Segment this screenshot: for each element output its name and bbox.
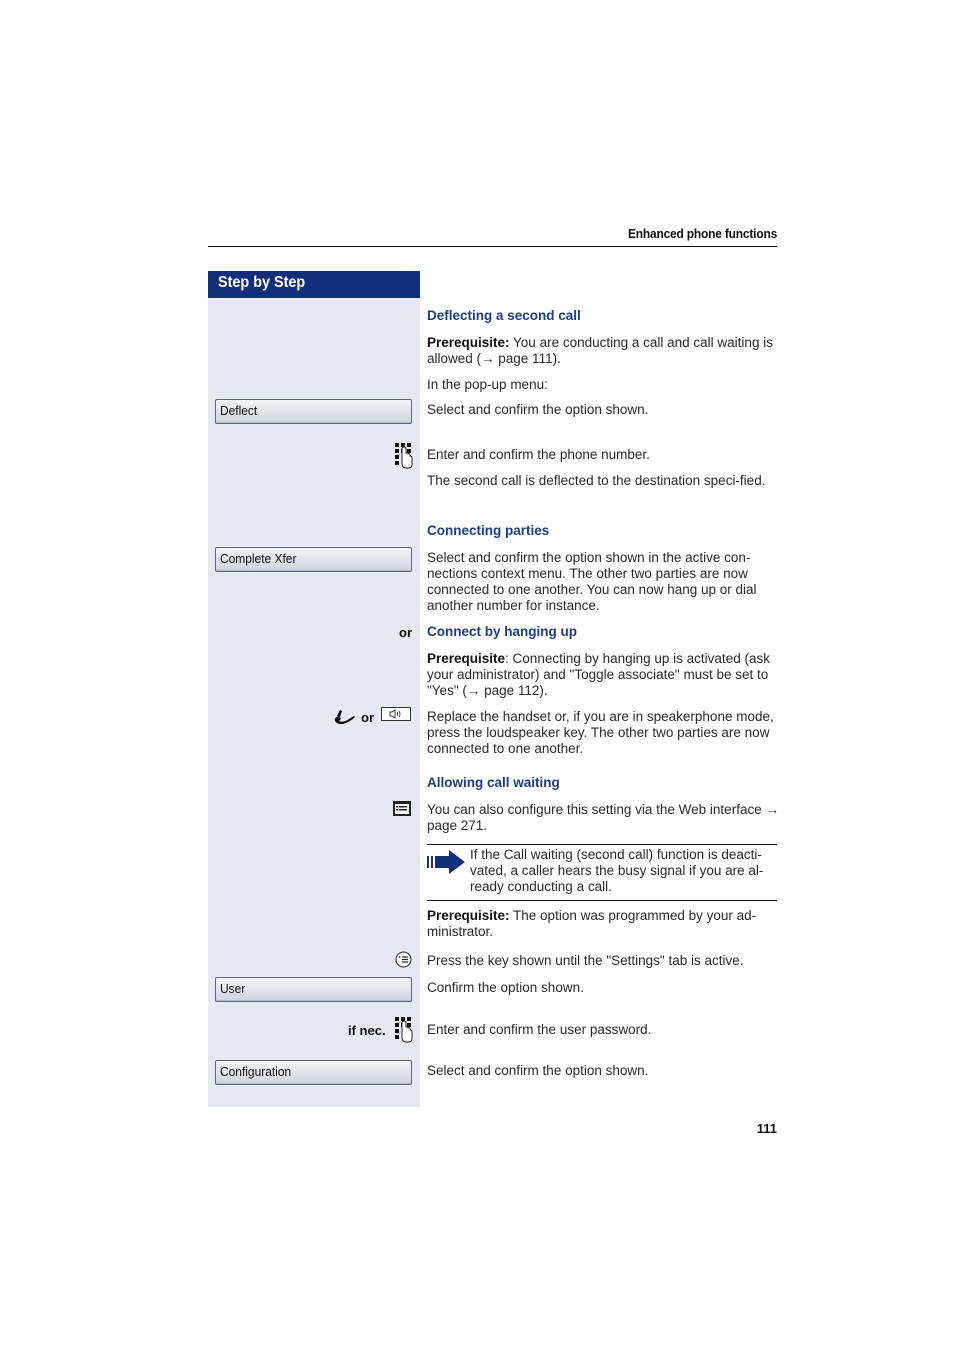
note-arrow-icon (427, 850, 465, 874)
note-text: If the Call waiting (second call) functi… (470, 847, 764, 894)
menu-key-text: Press the key shown until the "Settings"… (427, 953, 744, 968)
or-label: or (399, 625, 412, 640)
user-softkey[interactable]: User (215, 977, 412, 1002)
hangup-action-text: Replace the handset or, if you are in sp… (427, 709, 774, 756)
section-title: Enhanced phone functions (627, 226, 777, 241)
keypad-icon (395, 1017, 413, 1043)
waiting-prerequisite: Prerequisite: The option was programmed … (427, 908, 779, 940)
configuration-softkey[interactable]: Configuration (215, 1060, 412, 1085)
popup-text: In the pop-up menu: (427, 377, 548, 392)
note-top-rule (427, 844, 777, 845)
heading-hanging-up: Connect by hanging up (427, 624, 577, 639)
deflect-prerequisite: Prerequisite: You are conducting a call … (427, 335, 779, 367)
softkey-label: User (220, 981, 246, 996)
handset-icon (333, 708, 359, 724)
page-number: 111 (756, 1121, 777, 1136)
hangup-prerequisite: Prerequisite: Connecting by hanging up i… (427, 651, 779, 699)
heading-deflecting: Deflecting a second call (427, 308, 581, 323)
deflect-result-text: The second call is deflected to the dest… (427, 473, 766, 488)
note-bottom-rule (427, 900, 777, 901)
deflect-softkey[interactable]: Deflect (215, 399, 412, 424)
sidebar-title: Step by Step (218, 274, 306, 291)
deflect-select-text: Select and confirm the option shown. (427, 402, 649, 417)
enter-number-text: Enter and confirm the phone number. (427, 447, 650, 462)
connecting-text: Select and confirm the option shown in t… (427, 550, 757, 613)
softkey-label: Deflect (220, 403, 258, 418)
menu-key-icon (395, 951, 412, 968)
loudspeaker-key-icon (381, 707, 411, 721)
if-nec-label: if nec. (348, 1023, 386, 1038)
prereq-label: Prerequisite: (427, 908, 510, 923)
sidebar-header: Step by Step (208, 271, 420, 298)
web-interface-text: You can also configure this setting via … (427, 802, 779, 833)
prereq-label: Prerequisite (427, 651, 506, 666)
complete-xfer-softkey[interactable]: Complete Xfer (215, 547, 412, 572)
or-label: or (361, 710, 374, 725)
softkey-label: Complete Xfer (220, 551, 297, 566)
heading-connecting: Connecting parties (427, 523, 550, 538)
password-text: Enter and confirm the user password. (427, 1022, 652, 1037)
prereq-label: Prerequisite: (427, 335, 510, 350)
web-interface-icon (393, 801, 411, 816)
user-confirm-text: Confirm the option shown. (427, 980, 584, 995)
softkey-label: Configuration (220, 1064, 292, 1079)
configuration-text: Select and confirm the option shown. (427, 1063, 649, 1078)
keypad-icon (395, 443, 413, 469)
header-divider (208, 246, 777, 247)
heading-call-waiting: Allowing call waiting (427, 775, 560, 790)
